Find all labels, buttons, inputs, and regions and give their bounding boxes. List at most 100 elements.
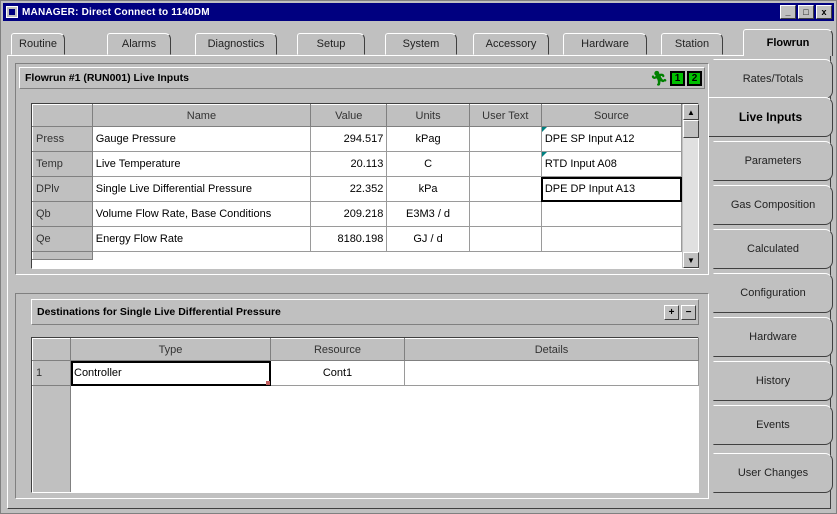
cell-resource[interactable]: Cont1 bbox=[270, 360, 405, 386]
table-header-row: Type Resource Details bbox=[32, 338, 699, 361]
row-tag[interactable]: Qe bbox=[32, 226, 93, 252]
table-row[interactable]: Qb Volume Flow Rate, Base Conditions 209… bbox=[32, 201, 683, 227]
col-header-details[interactable]: Details bbox=[404, 338, 699, 361]
col-header-resource[interactable]: Resource bbox=[270, 338, 405, 361]
cell-units[interactable]: kPa bbox=[386, 176, 470, 202]
live-inputs-title: Flowrun #1 (RUN001) Live Inputs bbox=[25, 72, 189, 84]
scroll-down-button[interactable]: ▼ bbox=[683, 252, 699, 268]
scroll-thumb[interactable] bbox=[683, 120, 699, 138]
cell-units[interactable]: kPag bbox=[386, 126, 470, 152]
top-tab-strip: Routine Alarms Diagnostics Setup System … bbox=[7, 27, 835, 56]
corner-cell bbox=[32, 104, 93, 127]
col-header-source[interactable]: Source bbox=[540, 104, 683, 127]
side-tab-events[interactable]: Events bbox=[713, 405, 833, 445]
destinations-title: Destinations for Single Live Differentia… bbox=[37, 306, 281, 318]
table-header-row: Name Value Units User Text Source bbox=[32, 104, 683, 127]
side-tab-gas-composition[interactable]: Gas Composition bbox=[713, 185, 833, 225]
cell-name[interactable]: Live Temperature bbox=[91, 151, 312, 177]
table-row[interactable]: Temp Live Temperature 20.113 C RTD Input… bbox=[32, 151, 683, 177]
add-destination-button[interactable]: + bbox=[664, 304, 679, 320]
destinations-grid: Type Resource Details 1 Controller Cont1 bbox=[31, 337, 699, 493]
cell-source-selected[interactable]: DPE DP Input A13 bbox=[540, 176, 683, 202]
corner-cell bbox=[32, 338, 71, 361]
cell-source[interactable]: RTD Input A08 bbox=[540, 151, 683, 177]
row-tag[interactable]: DPlv bbox=[32, 176, 93, 202]
side-tab-live-inputs[interactable]: Live Inputs bbox=[709, 97, 833, 137]
table-row-empty bbox=[32, 251, 682, 260]
row-tag[interactable]: Qb bbox=[32, 201, 93, 227]
table-row[interactable]: Qe Energy Flow Rate 8180.198 GJ / d bbox=[32, 226, 683, 252]
app-icon[interactable] bbox=[6, 6, 18, 18]
cell-user-text[interactable] bbox=[468, 151, 542, 177]
cell-value[interactable]: 294.517 bbox=[310, 126, 388, 152]
table-row[interactable]: 1 Controller Cont1 bbox=[32, 360, 699, 386]
cell-user-text[interactable] bbox=[468, 176, 542, 202]
cell-details[interactable] bbox=[404, 360, 699, 386]
cell-type-selected[interactable]: Controller bbox=[70, 360, 271, 386]
cell-name[interactable]: Volume Flow Rate, Base Conditions bbox=[91, 201, 312, 227]
row-index[interactable]: 1 bbox=[32, 360, 71, 386]
tab-diagnostics[interactable]: Diagnostics bbox=[195, 33, 277, 55]
live-inputs-scrollbar[interactable]: ▲ ▼ bbox=[682, 104, 699, 268]
side-tab-configuration[interactable]: Configuration bbox=[713, 273, 833, 313]
tab-hardware[interactable]: Hardware bbox=[563, 33, 647, 55]
status-box-2[interactable]: 2 bbox=[687, 70, 702, 86]
tab-flowrun[interactable]: Flowrun bbox=[743, 29, 833, 56]
cell-user-text[interactable] bbox=[468, 226, 542, 252]
table-row-empty bbox=[32, 385, 699, 492]
tab-system[interactable]: System bbox=[385, 33, 457, 55]
row-tag bbox=[32, 251, 93, 260]
live-inputs-table: Name Value Units User Text Source Press … bbox=[32, 104, 683, 260]
tab-alarms[interactable]: Alarms bbox=[107, 33, 171, 55]
destinations-table: Type Resource Details 1 Controller Cont1 bbox=[32, 338, 699, 492]
side-tab-calculated[interactable]: Calculated bbox=[713, 229, 833, 269]
remove-destination-button[interactable]: − bbox=[681, 304, 696, 320]
cell-value[interactable]: 22.352 bbox=[310, 176, 388, 202]
cell-units[interactable]: GJ / d bbox=[386, 226, 470, 252]
maximize-button[interactable]: □ bbox=[798, 5, 814, 19]
cell-name[interactable]: Gauge Pressure bbox=[91, 126, 312, 152]
row-tag[interactable]: Press bbox=[32, 126, 93, 152]
cell-units[interactable]: C bbox=[386, 151, 470, 177]
col-header-units[interactable]: Units bbox=[386, 104, 470, 127]
cell-user-text[interactable] bbox=[468, 126, 542, 152]
side-tab-user-changes[interactable]: User Changes bbox=[713, 453, 833, 493]
window-title: MANAGER: Direct Connect to 1140DM bbox=[22, 6, 210, 18]
cell-units[interactable]: E3M3 / d bbox=[386, 201, 470, 227]
live-inputs-header: Flowrun #1 (RUN001) Live Inputs 🏃︎ 1 2 bbox=[19, 67, 705, 89]
scroll-up-button[interactable]: ▲ bbox=[683, 104, 699, 120]
cell-user-text[interactable] bbox=[468, 201, 542, 227]
side-tab-parameters[interactable]: Parameters bbox=[713, 141, 833, 181]
close-button[interactable]: x bbox=[816, 5, 832, 19]
tab-accessory[interactable]: Accessory bbox=[473, 33, 549, 55]
side-tab-history[interactable]: History bbox=[713, 361, 833, 401]
table-row[interactable]: Press Gauge Pressure 294.517 kPag DPE SP… bbox=[32, 126, 683, 152]
tab-station[interactable]: Station bbox=[661, 33, 723, 55]
table-row[interactable]: DPlv Single Live Differential Pressure 2… bbox=[32, 176, 683, 202]
minimize-button[interactable]: _ bbox=[780, 5, 796, 19]
side-tab-rates-totals[interactable]: Rates/Totals bbox=[713, 59, 833, 99]
row-tag[interactable]: Temp bbox=[32, 151, 93, 177]
cell-name[interactable]: Energy Flow Rate bbox=[91, 226, 312, 252]
side-tab-strip: Rates/Totals Live Inputs Parameters Gas … bbox=[709, 59, 833, 505]
col-header-name[interactable]: Name bbox=[91, 104, 312, 127]
destinations-header: Destinations for Single Live Differentia… bbox=[31, 299, 699, 325]
col-header-type[interactable]: Type bbox=[70, 338, 271, 361]
cell-value[interactable]: 209.218 bbox=[310, 201, 388, 227]
status-box-1[interactable]: 1 bbox=[670, 70, 685, 86]
cell-value[interactable]: 8180.198 bbox=[310, 226, 388, 252]
cell-name[interactable]: Single Live Differential Pressure bbox=[91, 176, 312, 202]
tab-routine[interactable]: Routine bbox=[11, 33, 65, 55]
cell-value[interactable]: 20.113 bbox=[310, 151, 388, 177]
empty-cell bbox=[92, 252, 681, 260]
cell-source[interactable] bbox=[540, 201, 683, 227]
cell-source[interactable]: DPE SP Input A12 bbox=[540, 126, 683, 152]
col-header-user-text[interactable]: User Text bbox=[468, 104, 542, 127]
live-inputs-grid: Name Value Units User Text Source Press … bbox=[31, 103, 699, 269]
title-bar[interactable]: MANAGER: Direct Connect to 1140DM _ □ x bbox=[3, 3, 834, 21]
cell-source[interactable] bbox=[540, 226, 683, 252]
tab-setup[interactable]: Setup bbox=[297, 33, 365, 55]
side-tab-hardware[interactable]: Hardware bbox=[713, 317, 833, 357]
manager-window: MANAGER: Direct Connect to 1140DM _ □ x … bbox=[0, 0, 837, 514]
col-header-value[interactable]: Value bbox=[310, 104, 388, 127]
